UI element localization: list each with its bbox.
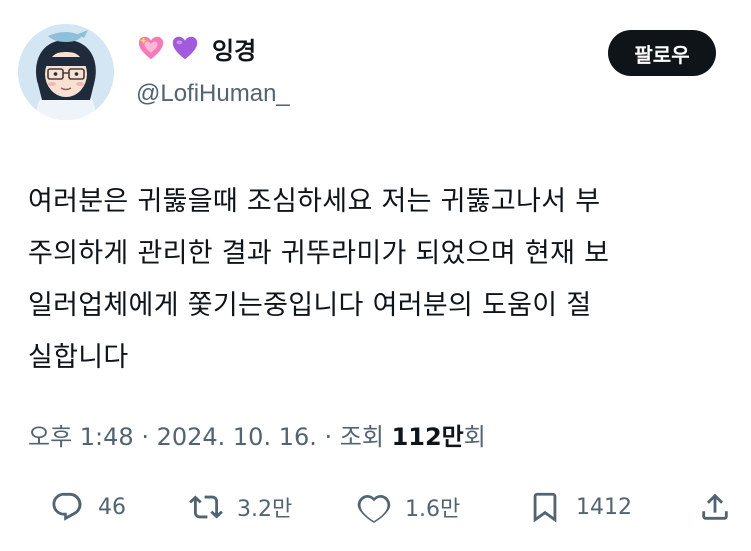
bookmark-button[interactable]: 1412 [528, 490, 632, 524]
reply-button[interactable]: 46 [50, 490, 126, 524]
tweet-meta: 오후 1:48 · 2024. 10. 16. · 조회 112만 회 [28, 417, 486, 452]
share-icon [702, 493, 728, 520]
purple-heart-icon [172, 36, 198, 60]
follow-button[interactable]: 팔로우 [608, 30, 716, 76]
like-count: 1.6만 [405, 497, 461, 522]
bookmark-count: 1412 [576, 494, 632, 520]
views-label: 조회 [339, 423, 392, 451]
like-icon [357, 494, 391, 523]
meta-separator: · [133, 423, 157, 451]
action-bar: 46 3.2만 1.6만 1412 [0, 490, 751, 536]
meta-separator-2: · [316, 423, 340, 451]
user-handle[interactable]: @LofiHuman_ [136, 80, 290, 108]
display-name: 잉경 [212, 36, 257, 65]
like-button[interactable]: 1.6만 [357, 490, 460, 524]
reply-count: 46 [98, 494, 126, 520]
sparkling-heart-icon [138, 36, 164, 60]
post-date[interactable]: 2024. 10. 16. [157, 423, 317, 451]
retweet-icon [189, 495, 223, 519]
avatar-illustration [18, 24, 114, 120]
retweet-count: 3.2만 [237, 497, 293, 522]
post-time[interactable]: 오후 1:48 [28, 417, 134, 452]
tweet-text: 여러분은 귀뚫을때 조심하세요 저는 귀뚫고나서 부 주의하게 관리한 결과 귀… [28, 186, 610, 373]
reply-icon [52, 492, 82, 521]
author-name-row[interactable]: 잉경 [136, 30, 256, 66]
views-suffix: 회 [463, 423, 486, 451]
share-button[interactable] [698, 490, 732, 524]
views-count: 112만 [391, 423, 464, 451]
bookmark-icon [533, 492, 557, 523]
avatar[interactable] [18, 24, 114, 120]
retweet-button[interactable]: 3.2만 [189, 490, 292, 524]
